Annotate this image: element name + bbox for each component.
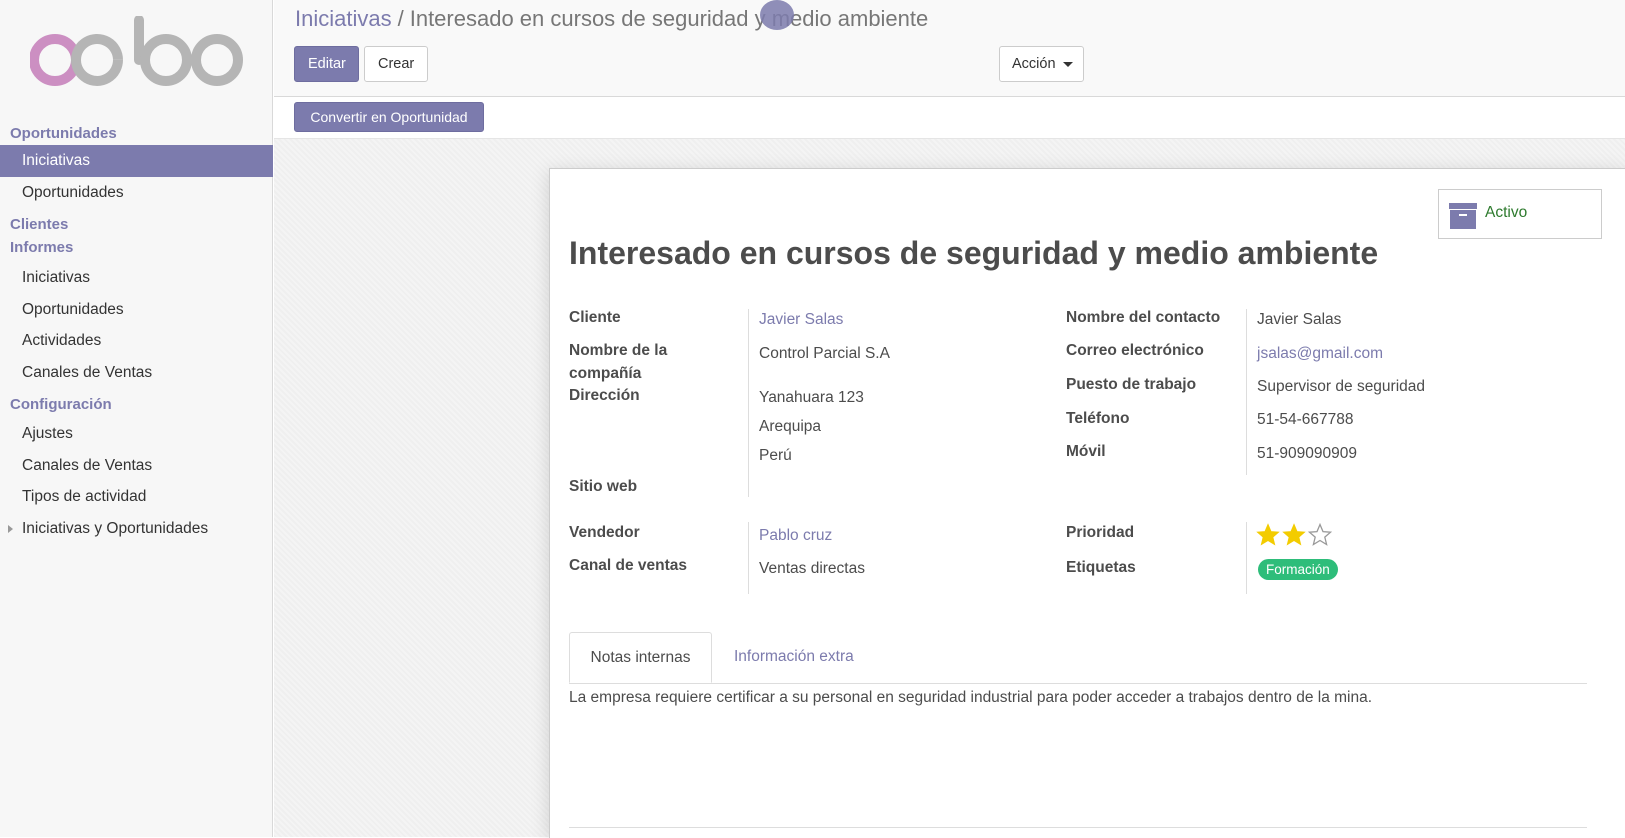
control-panel: Iniciativas / Interesado en cursos de segu… [274, 0, 1625, 97]
convert-to-opportunity-button[interactable]: Convertir en Oportunidad [294, 102, 484, 132]
puesto-value[interactable]: Supervisor de seguridad [1257, 375, 1425, 398]
sidebar-item-informes-iniciativas[interactable]: Iniciativas [0, 262, 273, 294]
mouse-cursor-indicator [760, 0, 794, 30]
label-canal: Canal de ventas [569, 557, 688, 574]
lead-title: Interesado en cursos de seguridad y medi… [569, 235, 1379, 271]
sidebar-item-iniciativas[interactable]: Iniciativas [0, 145, 273, 177]
label-cliente: Cliente [569, 309, 621, 326]
divider-right-1 [1246, 309, 1247, 475]
label-etiquetas: Etiquetas [1066, 559, 1136, 576]
sidebar-item-informes-oportunidades[interactable]: Oportunidades [0, 294, 273, 326]
breadcrumb-parent-link[interactable]: Iniciativas [295, 6, 392, 31]
sidebar-item-informes-canales[interactable]: Canales de Ventas [0, 357, 273, 389]
cliente-link[interactable]: Javier Salas [759, 308, 843, 331]
divider-right-2 [1246, 522, 1247, 594]
label-contacto: Nombre del contacto [1066, 309, 1221, 326]
odoo-logo[interactable] [30, 16, 245, 92]
section-oportunidades[interactable]: Oportunidades [0, 122, 273, 145]
vendedor-link[interactable]: Pablo cruz [759, 524, 832, 547]
notebook-tabs: Notas internas Información extra [569, 632, 1587, 684]
sidebar-menu: Oportunidades Iniciativas Oportunidades … [0, 122, 273, 544]
sidebar-item-config-canales[interactable]: Canales de Ventas [0, 450, 273, 482]
canal-value[interactable]: Ventas directas [759, 557, 865, 580]
breadcrumb-current: Interesado en cursos de seguridad y medi… [409, 6, 929, 31]
internal-note-text[interactable]: La empresa requiere certificar a su pers… [569, 689, 1372, 707]
label-prioridad: Prioridad [1066, 524, 1135, 541]
correo-link[interactable]: jsalas@gmail.com [1257, 342, 1383, 365]
active-toggle-button[interactable]: Activo [1438, 189, 1602, 239]
note-bottom-divider [569, 827, 1587, 828]
label-sitio-web: Sitio web [569, 478, 638, 495]
sidebar-item-tipos-actividad[interactable]: Tipos de actividad [0, 481, 273, 513]
tag-badge[interactable]: Formación [1258, 559, 1338, 580]
sidebar-item-oportunidades[interactable]: Oportunidades [0, 177, 273, 209]
section-informes[interactable]: Informes [0, 236, 273, 259]
statusbar: Convertir en Oportunidad [274, 97, 1625, 139]
action-dropdown[interactable]: Acción [999, 46, 1084, 82]
sidebar-item-ajustes[interactable]: Ajustes [0, 418, 273, 450]
sidebar-item-actividades[interactable]: Actividades [0, 325, 273, 357]
section-clientes[interactable]: Clientes [0, 213, 273, 236]
star-icon[interactable] [1256, 523, 1280, 547]
caret-down-icon [1062, 61, 1073, 67]
label-vendedor: Vendedor [569, 524, 640, 541]
archive-icon [1449, 203, 1477, 229]
star-icon[interactable] [1282, 523, 1306, 547]
label-puesto: Puesto de trabajo [1066, 376, 1197, 393]
direccion-pais[interactable]: Perú [759, 444, 792, 467]
label-direccion: Dirección [569, 387, 640, 404]
breadcrumb-separator: / [397, 6, 404, 31]
label-telefono: Teléfono [1066, 410, 1130, 427]
telefono-value[interactable]: 51-54-667788 [1257, 408, 1354, 431]
contacto-value[interactable]: Javier Salas [1257, 308, 1341, 331]
divider-left-2 [748, 522, 749, 594]
star-icon[interactable] [1308, 523, 1332, 547]
direccion-ciudad[interactable]: Arequipa [759, 415, 821, 438]
active-label: Activo [1485, 204, 1528, 221]
breadcrumb: Iniciativas / Interesado en cursos de segu… [295, 5, 928, 33]
label-correo: Correo electrónico [1066, 342, 1204, 359]
tab-notas-internas[interactable]: Notas internas [569, 632, 712, 683]
compania-value[interactable]: Control Parcial S.A [759, 342, 890, 365]
label-movil: Móvil [1066, 443, 1106, 460]
divider-left-1 [748, 309, 749, 497]
section-configuracion[interactable]: Configuración [0, 393, 273, 416]
direccion-calle[interactable]: Yanahuara 123 [759, 386, 864, 409]
form-sheet: Activo Interesado en cursos de seguridad… [549, 168, 1625, 838]
tab-informacion-extra[interactable]: Información extra [734, 632, 854, 683]
movil-value[interactable]: 51-909090909 [1257, 442, 1357, 465]
label-compania: Nombre de la compañía [569, 342, 668, 382]
action-label: Acción [1012, 56, 1056, 72]
create-button[interactable]: Crear [364, 46, 428, 82]
edit-button[interactable]: Editar [294, 46, 359, 82]
sidebar-item-iniciativas-oportunidades[interactable]: Iniciativas y Oportunidades [0, 513, 273, 545]
sidebar: Oportunidades Iniciativas Oportunidades … [0, 0, 273, 837]
